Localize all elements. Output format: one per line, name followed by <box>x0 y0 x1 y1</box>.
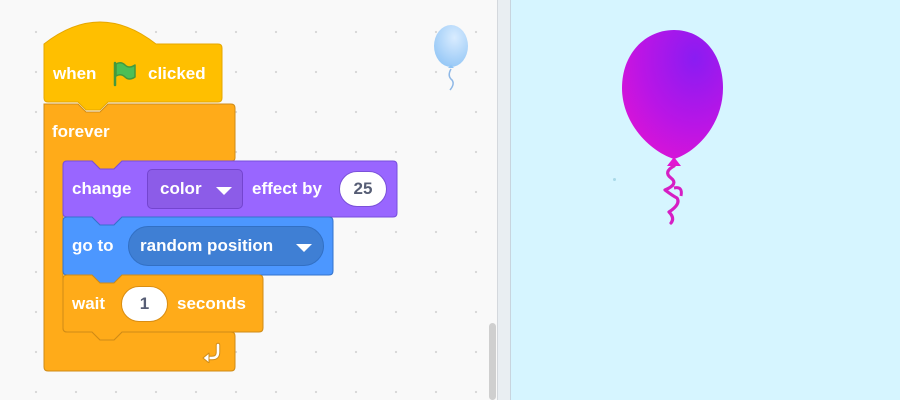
wait-seconds-input[interactable]: 1 <box>121 286 168 322</box>
balloon-icon <box>434 25 468 91</box>
loop-arrow-icon <box>202 342 221 363</box>
chevron-down-icon <box>216 187 232 195</box>
effect-dropdown-value: color <box>160 179 202 198</box>
goto-label: go to <box>72 236 114 255</box>
stage[interactable] <box>511 0 900 400</box>
code-area[interactable]: when clicked forever change color effect… <box>0 0 497 400</box>
hat-clicked-label: clicked <box>148 64 206 83</box>
code-scrollbar[interactable] <box>489 323 496 400</box>
effect-dropdown[interactable]: color <box>147 169 243 209</box>
block-shapes <box>43 21 398 372</box>
effect-by-label: effect by <box>252 179 322 198</box>
pane-divider <box>497 0 511 400</box>
balloon-sprite[interactable] <box>619 26 731 226</box>
forever-label: forever <box>52 122 110 141</box>
change-label: change <box>72 179 132 198</box>
seconds-label: seconds <box>177 294 246 313</box>
goto-target-value: random position <box>140 236 274 255</box>
hat-when-label: when <box>53 64 97 83</box>
wait-label: wait <box>72 294 106 313</box>
green-flag-icon <box>113 61 136 87</box>
effect-amount-input[interactable]: 25 <box>339 171 387 207</box>
stage-dot <box>613 178 616 181</box>
chevron-down-icon <box>296 244 312 252</box>
goto-target-dropdown[interactable]: random position <box>128 226 324 266</box>
